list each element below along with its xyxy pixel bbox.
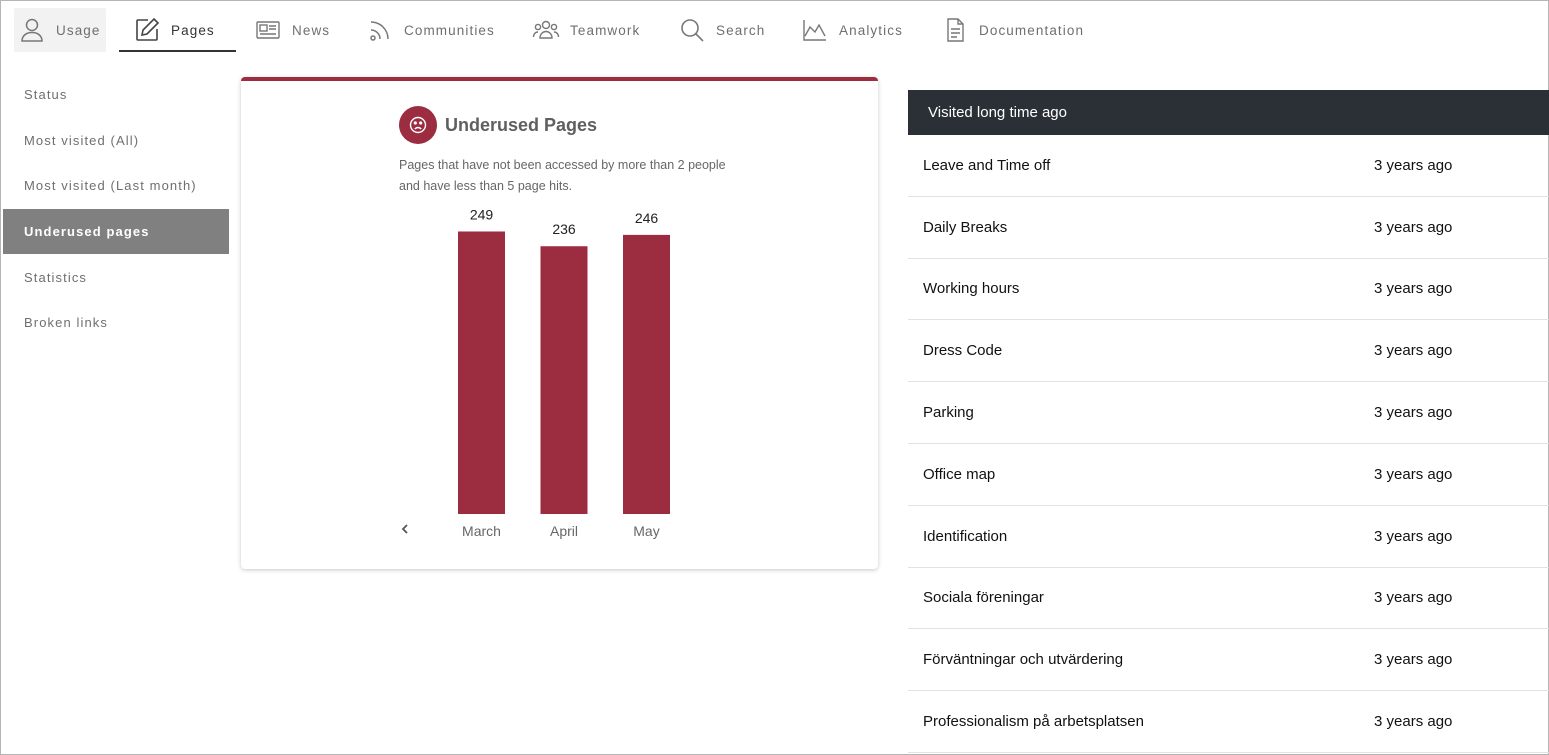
top-navigation: Usage Pages News Communities Teamwork Se… (0, 0, 1549, 52)
card-title: Underused Pages (445, 114, 598, 135)
table-row[interactable]: Parking 3 years ago (908, 382, 1549, 444)
tab-pages[interactable]: Pages (119, 8, 236, 52)
card-badge (399, 106, 437, 144)
page-name[interactable]: Sociala föreningar (923, 589, 1044, 606)
table-row[interactable]: Identification 3 years ago (908, 506, 1549, 568)
last-visited: 3 years ago (1374, 465, 1453, 483)
sidebar-item-underused-pages[interactable]: Underused pages (3, 208, 229, 255)
bar-march[interactable] (458, 231, 505, 514)
sidebar-item-statistics[interactable]: Statistics (3, 254, 229, 300)
bar-april[interactable] (540, 246, 588, 514)
sidebar-item-status[interactable]: Status (3, 72, 229, 118)
last-visited: 3 years ago (1374, 651, 1453, 669)
page-name[interactable]: Dress Code (923, 342, 1002, 359)
table-row[interactable]: Leave and Time off 3 years ago (908, 135, 1549, 197)
tab-label: Usage (56, 22, 101, 38)
document-icon (947, 18, 964, 42)
tab-label: Pages (171, 22, 215, 38)
data-label: 249 (470, 206, 494, 222)
tab-label: Communities (404, 22, 495, 38)
rss-icon (370, 21, 389, 41)
data-label: 246 (635, 210, 659, 226)
visited-long-ago-table: Visited long time ago Leave and Time off… (908, 90, 1549, 753)
last-visited: 3 years ago (1374, 156, 1453, 174)
table-row[interactable]: Daily Breaks 3 years ago (908, 197, 1549, 259)
last-visited: 3 years ago (1374, 713, 1453, 731)
newspaper-icon (256, 21, 280, 39)
bar-chart: 249 March 236 April 246 May (458, 206, 670, 539)
last-visited: 3 years ago (1374, 218, 1453, 236)
tab-search[interactable]: Search (674, 8, 769, 52)
edit-icon (136, 17, 160, 41)
page-name[interactable]: Förväntningar och utvärdering (923, 651, 1123, 668)
tab-communities[interactable]: Communities (362, 8, 499, 52)
tab-label: Analytics (839, 22, 903, 38)
page-name[interactable]: Professionalism på arbetsplatsen (923, 713, 1144, 730)
table-row[interactable]: Professionalism på arbetsplatsen 3 years … (908, 691, 1549, 753)
table-row[interactable]: Working hours 3 years ago (908, 259, 1549, 321)
table-body: Leave and Time off 3 years ago Daily Break… (908, 135, 1549, 753)
area-chart-icon (803, 20, 826, 41)
bar-may[interactable] (623, 234, 670, 514)
page-name[interactable]: Identification (923, 528, 1007, 545)
data-label: 236 (552, 221, 576, 237)
last-visited: 3 years ago (1374, 280, 1453, 298)
user-icon (21, 18, 43, 42)
x-tick-label: March (462, 523, 501, 539)
table-header: Visited long time ago (908, 90, 1549, 135)
table-row[interactable]: Förväntningar och utvärdering 3 years ago (908, 629, 1549, 692)
last-visited: 3 years ago (1374, 342, 1453, 360)
page-name[interactable]: Daily Breaks (923, 219, 1007, 236)
chevron-left-icon (401, 524, 408, 534)
sad-face-icon (409, 116, 427, 134)
last-visited: 3 years ago (1374, 589, 1453, 607)
card-description: Pages that have not been accessed by mor… (399, 158, 726, 193)
x-tick-label: May (633, 523, 659, 539)
sidebar-item-broken-links[interactable]: Broken links (3, 300, 229, 346)
chart-prev-button[interactable] (395, 519, 415, 539)
tab-analytics[interactable]: Analytics (797, 8, 907, 52)
page-name[interactable]: Leave and Time off (923, 157, 1050, 174)
last-visited: 3 years ago (1374, 527, 1453, 545)
page-name[interactable]: Working hours (923, 280, 1019, 297)
last-visited: 3 years ago (1374, 404, 1453, 422)
x-tick-label: April (550, 523, 578, 539)
tab-label: Teamwork (570, 22, 641, 38)
tab-usage[interactable]: Usage (14, 8, 106, 52)
sidebar-item-most-visited-last-month[interactable]: Most visited (Last month) (3, 163, 229, 209)
underused-pages-card: Underused Pages Pages that have not been… (241, 77, 878, 569)
tab-news[interactable]: News (250, 8, 334, 52)
sidebar-item-most-visited-all[interactable]: Most visited (All) (3, 118, 229, 164)
tab-documentation[interactable]: Documentation (937, 8, 1088, 52)
page-name[interactable]: Parking (923, 404, 974, 421)
tab-label: News (292, 22, 331, 38)
tab-label: Search (716, 22, 766, 38)
team-icon (532, 20, 560, 39)
underused-pages-chart: 249 March 236 April 246 May (391, 199, 691, 549)
page-name[interactable]: Office map (923, 466, 995, 483)
side-navigation: Status Most visited (All) Most visited (… (3, 72, 229, 346)
card-header: Underused Pages (399, 106, 597, 144)
table-row[interactable]: Dress Code 3 years ago (908, 320, 1549, 383)
search-icon (681, 19, 704, 42)
tab-teamwork[interactable]: Teamwork (528, 8, 644, 52)
table-row[interactable]: Sociala föreningar 3 years ago (908, 568, 1549, 630)
tab-label: Documentation (979, 22, 1085, 38)
table-row[interactable]: Office map 3 years ago (908, 444, 1549, 506)
